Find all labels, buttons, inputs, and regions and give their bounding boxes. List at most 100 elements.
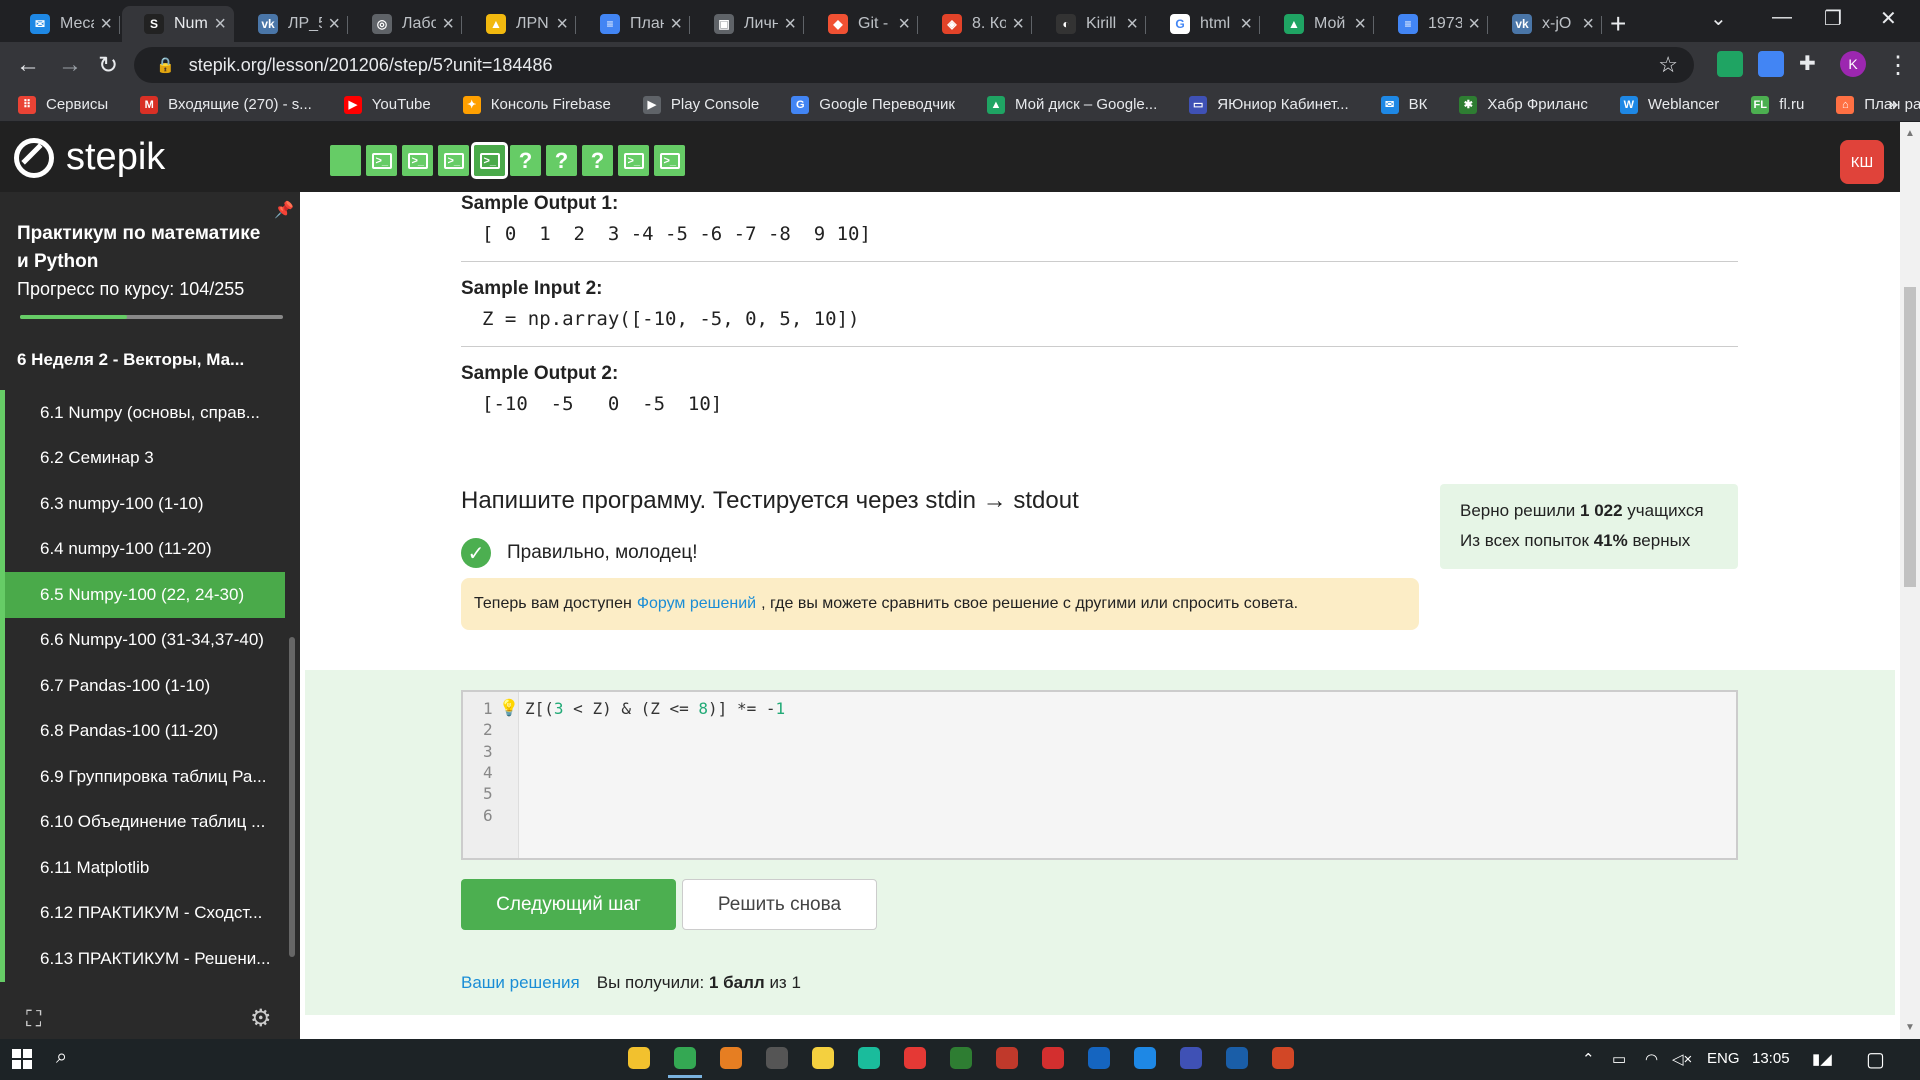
wifi-icon[interactable]: ◠ xyxy=(1645,1050,1658,1068)
battery-icon[interactable]: ▭ xyxy=(1612,1050,1626,1068)
xbox-icon[interactable] xyxy=(950,1047,972,1069)
acrobat-icon[interactable] xyxy=(1042,1047,1064,1069)
sidebar-lesson-item[interactable]: 6.4 numpy-100 (11-20) xyxy=(0,526,285,572)
bookmark-star-icon[interactable]: ☆ xyxy=(1658,52,1678,78)
sidebar-lesson-item[interactable]: 6.5 Numpy-100 (22, 24-30) xyxy=(0,572,285,618)
next-step-button[interactable]: Следующий шаг xyxy=(461,879,676,930)
step-code[interactable]: >_ xyxy=(402,145,433,176)
sidebar-lesson-item[interactable]: 6.2 Семинар 3 xyxy=(0,435,285,481)
volume-icon[interactable]: ◁× xyxy=(1672,1050,1692,1068)
new-tab-button[interactable]: + xyxy=(1610,8,1626,40)
tab-search-icon[interactable]: ⌄ xyxy=(1710,6,1727,31)
browser-tab[interactable]: ◈ 8. Ко × xyxy=(920,6,1032,42)
notifications-icon[interactable]: ▢ xyxy=(1866,1047,1885,1072)
step-code[interactable]: >_ xyxy=(654,145,685,176)
back-arrow-icon[interactable]: ← xyxy=(16,51,40,79)
code-line-1[interactable]: Z[(3 < Z) & (Z <= 8)] *= -1 xyxy=(525,699,785,718)
browser-tab[interactable]: ▲ Мой × xyxy=(1262,6,1374,42)
file-explorer-icon[interactable] xyxy=(628,1047,650,1069)
browser-tab[interactable]: vk x-jO × xyxy=(1490,6,1602,42)
reload-icon[interactable]: ↻ xyxy=(98,51,118,80)
close-tab-icon[interactable]: × xyxy=(1126,13,1138,36)
profile-avatar[interactable]: K xyxy=(1840,51,1866,77)
chrome-icon[interactable] xyxy=(668,1047,702,1078)
sidebar-lesson-item[interactable]: 6.8 Pandas-100 (11-20) xyxy=(0,708,285,754)
step-theory[interactable] xyxy=(330,145,361,176)
virtualbox-icon[interactable] xyxy=(1180,1047,1202,1069)
scroll-down-icon[interactable]: ▼ xyxy=(1905,1022,1915,1033)
browser-tab[interactable]: ✉ Меса × xyxy=(8,6,120,42)
step-code[interactable]: >_ xyxy=(618,145,649,176)
app-teal-icon[interactable] xyxy=(858,1047,880,1069)
code-editor[interactable]: 💡 123456 Z[(3 < Z) & (Z <= 8)] *= -1 xyxy=(461,690,1738,860)
windows-start-icon[interactable] xyxy=(12,1049,32,1069)
step-code[interactable]: >_ xyxy=(438,145,469,176)
browser-tab[interactable]: ◐ Kirill × xyxy=(1034,6,1146,42)
fullscreen-expand-icon[interactable]: ⛶ xyxy=(26,1006,41,1032)
solutions-forum-link[interactable]: Форум решений xyxy=(637,595,756,613)
stepik-logo[interactable]: stepik xyxy=(14,136,165,179)
close-window-icon[interactable]: ✕ xyxy=(1880,6,1897,31)
sidebar-lesson-item[interactable]: 6.10 Объединение таблиц ... xyxy=(0,799,285,845)
bookmark-item[interactable]: ▶ YouTube xyxy=(343,95,431,114)
extensions-puzzle-icon[interactable]: ✚ xyxy=(1799,51,1825,77)
bookmark-item[interactable]: ✱ Хабр Фриланс xyxy=(1459,95,1588,114)
translate-extension-icon[interactable] xyxy=(1758,51,1784,77)
close-tab-icon[interactable]: × xyxy=(1012,13,1024,36)
forward-arrow-icon[interactable]: → xyxy=(58,51,82,79)
keyboard-icon[interactable]: ▮◢ xyxy=(1812,1050,1832,1068)
bookmark-item[interactable]: W Weblancer xyxy=(1619,95,1719,114)
chevron-up-icon[interactable]: ⌃ xyxy=(1582,1050,1595,1068)
scroll-up-icon[interactable]: ▲ xyxy=(1905,128,1915,139)
browser-tab[interactable]: ▲ ЛРN × xyxy=(464,6,576,42)
app-yellow-icon[interactable] xyxy=(812,1047,834,1069)
browser-menu-icon[interactable]: ⋮ xyxy=(1886,51,1910,80)
close-tab-icon[interactable]: × xyxy=(1468,13,1480,36)
sidebar-scrollbar[interactable] xyxy=(289,637,295,957)
media-player-icon[interactable] xyxy=(904,1047,926,1069)
bookmark-item[interactable]: ▶ Play Console xyxy=(642,95,759,114)
step-code-current[interactable]: >_ xyxy=(471,142,508,179)
sidebar-lesson-item[interactable]: 6.9 Группировка таблиц Ра... xyxy=(0,754,285,800)
pin-icon[interactable]: 📌 xyxy=(274,200,294,220)
scrollbar-thumb[interactable] xyxy=(1904,287,1916,587)
step-quiz[interactable]: ? xyxy=(546,145,577,176)
sidebar-lesson-item[interactable]: 6.13 ПРАКТИКУМ - Решени... xyxy=(0,936,285,982)
lightbulb-icon[interactable]: 💡 xyxy=(499,698,519,718)
browser-tab[interactable]: ▣ Личн × xyxy=(692,6,804,42)
close-tab-icon[interactable]: × xyxy=(556,13,568,36)
your-solutions-link[interactable]: Ваши решения xyxy=(461,973,580,993)
bookmark-item[interactable]: ⌂План развития xyxy=(1836,95,1920,114)
step-code[interactable]: >_ xyxy=(366,145,397,176)
step-quiz[interactable]: ? xyxy=(582,145,613,176)
close-tab-icon[interactable]: × xyxy=(898,13,910,36)
gear-icon[interactable]: ⚙ xyxy=(250,1004,272,1033)
bookmark-item[interactable]: ⠿ Сервисы xyxy=(18,95,108,114)
sidebar-lesson-item[interactable]: 6.1 Numpy (основы, справ... xyxy=(0,390,285,436)
dev-tool-icon[interactable] xyxy=(996,1047,1018,1069)
word-icon[interactable] xyxy=(1226,1047,1248,1069)
step-quiz[interactable]: ? xyxy=(510,145,541,176)
browser-tab[interactable]: ≡ План × xyxy=(578,6,690,42)
powerpoint-icon[interactable] xyxy=(1272,1047,1294,1069)
browser-tab[interactable]: ◎ Лабо × xyxy=(350,6,462,42)
module-title[interactable]: 6 Неделя 2 - Векторы, Ма... xyxy=(17,350,244,370)
google-drive-extension-icon[interactable] xyxy=(1717,51,1743,77)
sidebar-lesson-item[interactable]: 6.12 ПРАКТИКУМ - Сходст... xyxy=(0,890,285,936)
sidebar-lesson-item[interactable]: 6.7 Pandas-100 (1-10) xyxy=(0,663,285,709)
close-tab-icon[interactable]: × xyxy=(1240,13,1252,36)
close-tab-icon[interactable]: × xyxy=(214,13,226,36)
course-title[interactable]: Практикум по математике и Python xyxy=(17,220,277,276)
clock[interactable]: 13:05 xyxy=(1752,1050,1790,1067)
close-tab-icon[interactable]: × xyxy=(442,13,454,36)
photoshop-icon[interactable] xyxy=(1088,1047,1110,1069)
browser-tab[interactable]: ≡ 1973 × xyxy=(1376,6,1488,42)
browser-tab[interactable]: vk ЛР_5 × xyxy=(236,6,348,42)
language-indicator[interactable]: ENG xyxy=(1707,1050,1740,1067)
user-avatar[interactable]: КШ xyxy=(1840,140,1884,184)
page-scrollbar[interactable]: ▲ ▼ xyxy=(1900,122,1920,1039)
sidebar-lesson-item[interactable]: 6.11 Matplotlib xyxy=(0,845,285,891)
address-bar[interactable]: 🔒 stepik.org/lesson/201206/step/5?unit=1… xyxy=(134,47,1694,83)
close-tab-icon[interactable]: × xyxy=(670,13,682,36)
sourcetree-icon[interactable] xyxy=(1134,1047,1156,1069)
